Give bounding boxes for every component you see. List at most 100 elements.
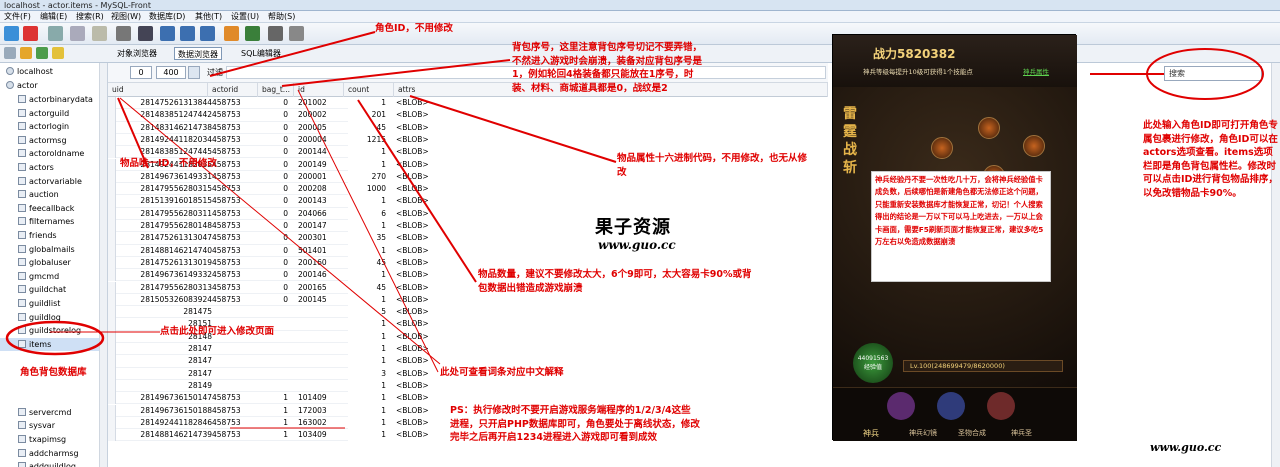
table-row[interactable]: 281479556280315 458753 0 200208 1000 <BLOB>: [108, 183, 429, 196]
tab-object-browser[interactable]: 对象浏览器: [114, 47, 160, 60]
table-cell[interactable]: 1: [258, 392, 288, 404]
table-row[interactable]: 281479556280148 458753 0 200147 1 <BLOB>: [108, 220, 429, 233]
row-indicator[interactable]: [108, 429, 116, 442]
table-cell[interactable]: 281483851247442: [118, 109, 212, 121]
search-input[interactable]: 搜索: [1164, 66, 1262, 81]
row-indicator[interactable]: [108, 207, 116, 220]
tree-table-sysvar[interactable]: sysvar: [0, 419, 100, 433]
table-row[interactable]: 281492441182846 458753 1 163002 1 <BLOB>: [108, 416, 429, 430]
table-cell[interactable]: 281475261313844: [118, 97, 212, 109]
table-cell[interactable]: 101409: [298, 392, 327, 404]
table-cell[interactable]: 0: [258, 146, 288, 158]
table-cell[interactable]: <BLOB>: [396, 257, 429, 269]
table-cell[interactable]: 28147: [118, 343, 212, 355]
table-cell[interactable]: 281475261313019: [118, 257, 212, 269]
tree-table-addguildlog[interactable]: addguildlog: [0, 460, 100, 467]
table-row[interactable]: 281496736150188 458753 1 172003 1 <BLOB>: [108, 404, 429, 417]
table-cell[interactable]: 458753: [212, 245, 241, 257]
tree-table-actorlogin[interactable]: actorlogin: [0, 120, 100, 134]
table-cell[interactable]: 200001: [298, 171, 327, 183]
table-cell[interactable]: 200144: [298, 146, 327, 158]
table-cell[interactable]: 281505326083924: [118, 294, 212, 306]
table-cell[interactable]: 458753: [212, 109, 241, 121]
table-cell[interactable]: 1: [344, 318, 386, 330]
folder-icon[interactable]: [20, 47, 32, 59]
row-indicator[interactable]: [108, 244, 116, 257]
table-cell[interactable]: 501401: [298, 245, 327, 257]
table-cell[interactable]: <BLOB>: [396, 220, 429, 232]
table-cell[interactable]: 0: [258, 208, 288, 220]
table-cell[interactable]: 200002: [298, 109, 327, 121]
menu-view[interactable]: 视图(W): [111, 11, 141, 23]
table-cell[interactable]: <BLOB>: [396, 343, 429, 355]
table-cell[interactable]: 281496736149332: [118, 269, 212, 281]
tree-table-globaluser[interactable]: globaluser: [0, 256, 100, 270]
table-cell[interactable]: 172003: [298, 405, 327, 417]
table-cell[interactable]: <BLOB>: [396, 318, 429, 330]
row-indicator[interactable]: [108, 220, 116, 233]
table-cell[interactable]: 281496736150147: [118, 392, 212, 404]
table-row[interactable]: 281505326083924 458753 0 200145 1 <BLOB>: [108, 293, 429, 307]
tree-table-guildlog[interactable]: guildlog: [0, 311, 100, 325]
table-cell[interactable]: <BLOB>: [396, 405, 429, 417]
table-cell[interactable]: 1: [344, 429, 386, 441]
table-cell[interactable]: 200160: [298, 257, 327, 269]
table-row[interactable]: 28149 1 <BLOB>: [108, 379, 429, 393]
tree-table-actorbinarydata[interactable]: actorbinarydata: [0, 93, 100, 107]
table-cell[interactable]: <BLOB>: [396, 245, 429, 257]
table-cell[interactable]: 458753: [212, 429, 241, 441]
table-cell[interactable]: <BLOB>: [396, 331, 429, 343]
row-indicator[interactable]: [108, 97, 116, 110]
table-cell[interactable]: 1: [344, 245, 386, 257]
table-row[interactable]: 281513916018515 458753 0 200143 1 <BLOB>: [108, 195, 429, 208]
table-row[interactable]: 281475261313047 458753 0 200301 35 <BLOB>: [108, 232, 429, 245]
table-cell[interactable]: 1: [344, 146, 386, 158]
row-indicator[interactable]: [108, 158, 116, 171]
table-cell[interactable]: 1: [344, 331, 386, 343]
cut-icon[interactable]: [48, 26, 63, 41]
table-cell[interactable]: 458753: [212, 134, 241, 146]
history-icon[interactable]: [52, 47, 64, 59]
row-indicator[interactable]: [108, 330, 116, 343]
tree-table-txapimsg[interactable]: txapimsg: [0, 433, 100, 447]
table-cell[interactable]: 45: [344, 282, 386, 294]
table-cell[interactable]: <BLOB>: [396, 392, 429, 404]
first-record-icon[interactable]: [138, 26, 153, 41]
copy-icon[interactable]: [70, 26, 85, 41]
table-cell[interactable]: 0: [258, 171, 288, 183]
table-cell[interactable]: 1: [344, 405, 386, 417]
table-cell[interactable]: 281496736149331: [118, 171, 212, 183]
apply-limit-icon[interactable]: [188, 66, 200, 79]
table-cell[interactable]: 458753: [212, 97, 241, 109]
table-cell[interactable]: 270: [344, 171, 386, 183]
tree-table-actorvariable[interactable]: actorvariable: [0, 175, 100, 189]
offset-field[interactable]: 0: [130, 66, 152, 79]
row-indicator[interactable]: [108, 306, 116, 319]
table-cell[interactable]: <BLOB>: [396, 429, 429, 441]
refresh-icon[interactable]: [289, 26, 304, 41]
table-cell[interactable]: 200005: [298, 122, 327, 134]
tab-data-browser[interactable]: 数据浏览器: [174, 47, 222, 60]
table-cell[interactable]: 35: [344, 232, 386, 244]
tree-table-servercmd[interactable]: servercmd: [0, 406, 100, 420]
row-indicator[interactable]: [108, 121, 116, 134]
table-row[interactable]: 281496736149332 458753 0 200146 1 <BLOB>: [108, 269, 429, 282]
table-cell[interactable]: 281488146214739: [118, 429, 212, 441]
table-cell[interactable]: 200208: [298, 183, 327, 195]
row-indicator[interactable]: [108, 318, 116, 331]
row-indicator[interactable]: [108, 379, 116, 393]
table-row[interactable]: 281483851247442 458753 0 200002 201 <BLOB>: [108, 109, 429, 122]
table-cell[interactable]: 1: [344, 269, 386, 281]
table-cell[interactable]: 45: [344, 257, 386, 269]
post-icon[interactable]: [245, 26, 260, 41]
table-cell[interactable]: <BLOB>: [396, 134, 429, 146]
table-cell[interactable]: 0: [258, 220, 288, 232]
menu-database[interactable]: 数据库(D): [149, 11, 185, 23]
col-count[interactable]: count: [344, 83, 394, 97]
col-id[interactable]: id: [294, 83, 344, 97]
row-indicator[interactable]: [108, 355, 116, 368]
tree-table-globalmails[interactable]: globalmails: [0, 243, 100, 257]
row-indicator[interactable]: [108, 133, 116, 147]
tree-db-actor[interactable]: actor: [0, 79, 100, 93]
last-record-icon[interactable]: [200, 26, 215, 41]
